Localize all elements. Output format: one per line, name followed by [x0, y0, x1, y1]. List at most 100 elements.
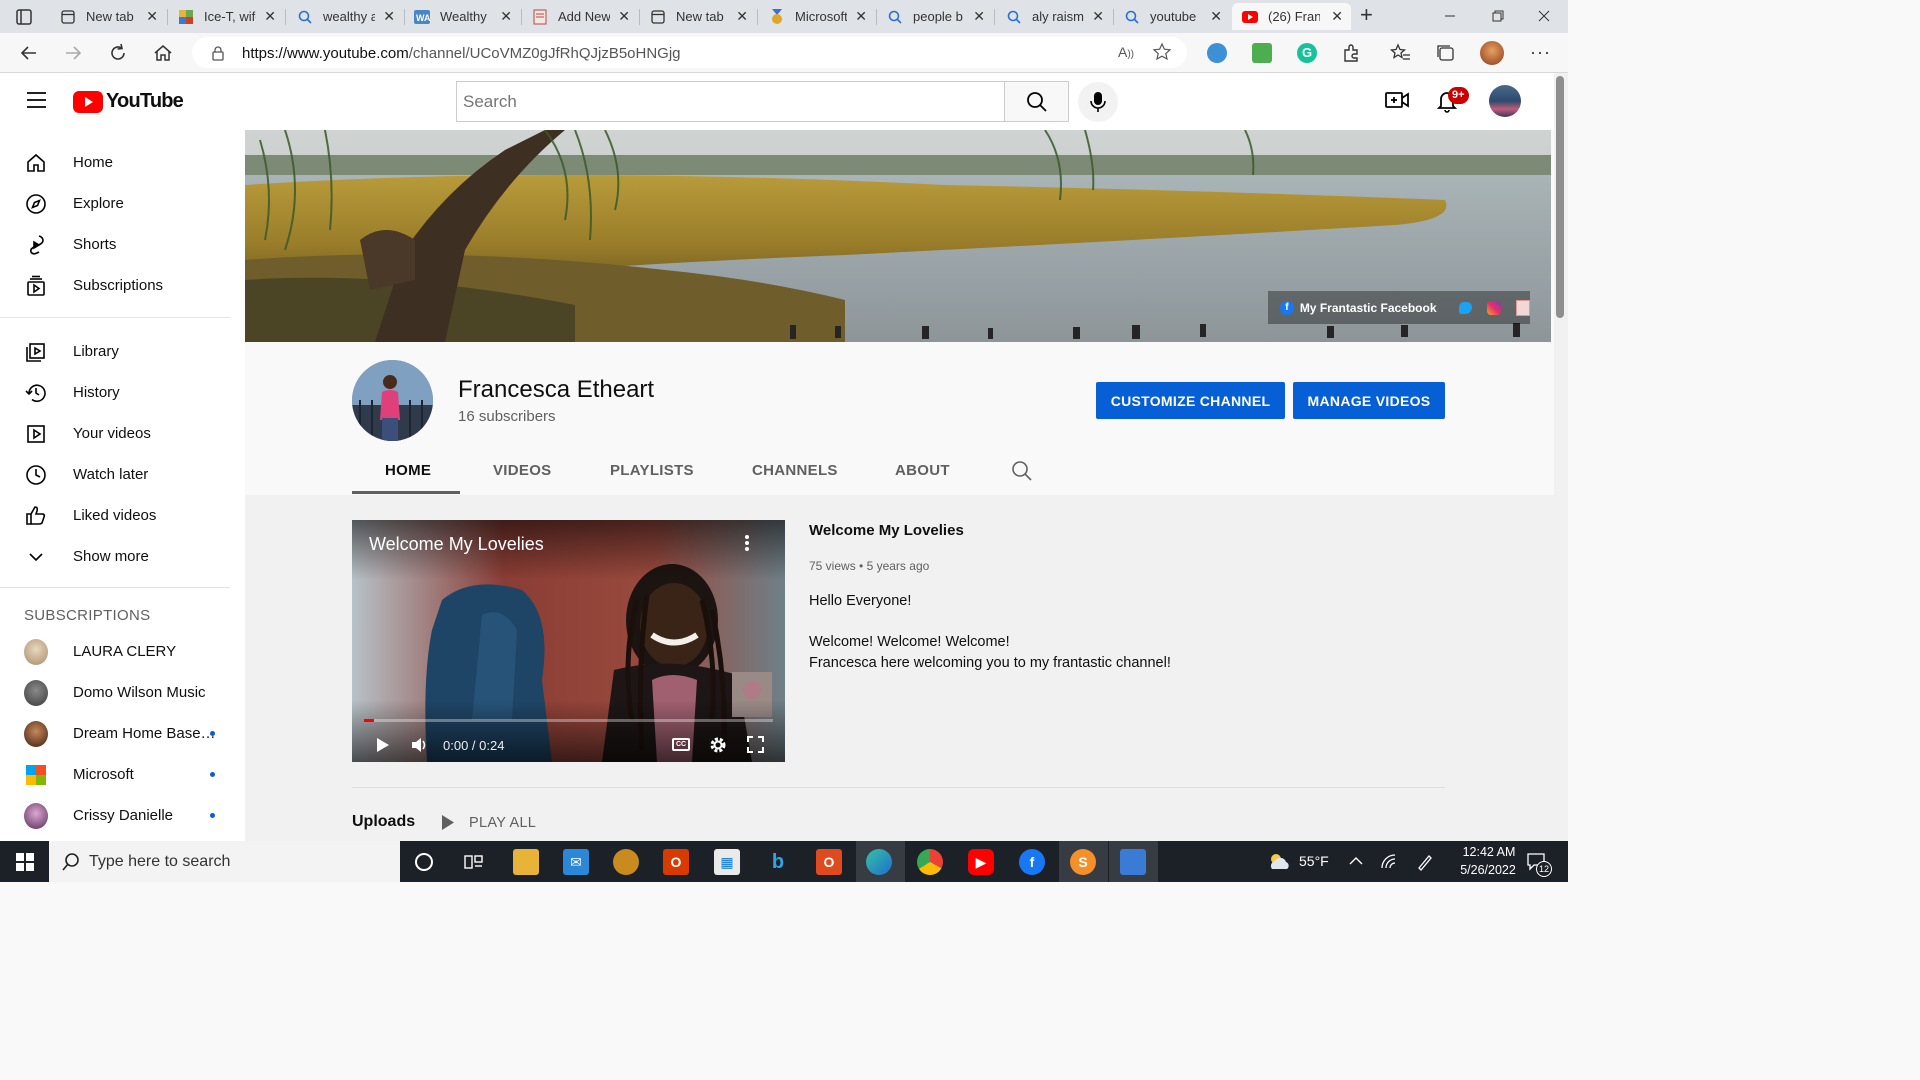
office-icon[interactable]: O: [663, 849, 689, 875]
sidebar-item-home[interactable]: Home: [0, 142, 245, 183]
edge-browser-icon[interactable]: [866, 849, 892, 875]
player-more-icon[interactable]: [744, 534, 750, 552]
video-player[interactable]: Welcome My Lovelies 0:00 / 0:24 CC: [352, 520, 785, 762]
uploads-title[interactable]: Uploads: [352, 813, 415, 831]
tab-channels[interactable]: CHANNELS: [752, 462, 838, 479]
customize-channel-button[interactable]: CUSTOMIZE CHANNEL: [1096, 382, 1285, 419]
tab-videos[interactable]: VIDEOS: [493, 462, 551, 479]
favorite-star-icon[interactable]: [1152, 42, 1172, 62]
voice-search-button[interactable]: [1078, 82, 1118, 122]
sidebar-item-subscriptions[interactable]: Subscriptions: [0, 265, 245, 306]
sidebar-item-show-more[interactable]: Show more: [0, 536, 245, 577]
grammarly-icon[interactable]: G: [1297, 43, 1317, 63]
browser-tab[interactable]: WA Wealthy ✕: [404, 3, 520, 30]
bing-icon[interactable]: b: [765, 849, 791, 875]
browser-tab[interactable]: Ice-T, wife ✕: [168, 3, 284, 30]
facebook-app-icon[interactable]: f: [1019, 849, 1045, 875]
browser-tab[interactable]: Microsoft ✕: [759, 3, 875, 30]
back-arrow-icon[interactable]: [18, 42, 40, 64]
tab-home[interactable]: HOME: [385, 462, 431, 479]
restore-button[interactable]: [1488, 6, 1508, 26]
skype-icon[interactable]: S: [1070, 849, 1096, 875]
browser-tab[interactable]: New tab ✕: [640, 3, 756, 30]
tab-close-icon[interactable]: ✕: [1210, 8, 1222, 25]
facebook-link-label[interactable]: My Frantastic Facebook: [1300, 301, 1437, 315]
task-view-icon[interactable]: [464, 853, 484, 871]
collections-icon[interactable]: [1435, 42, 1457, 64]
facebook-link-icon[interactable]: f: [1280, 300, 1294, 315]
forward-arrow-icon[interactable]: [62, 42, 84, 64]
clock-time[interactable]: 12:42 AM: [1456, 845, 1522, 859]
featured-video-title[interactable]: Welcome My Lovelies: [809, 522, 964, 539]
store-icon[interactable]: ▦: [714, 849, 740, 875]
tab-close-icon[interactable]: ✕: [736, 8, 748, 25]
new-tab-button[interactable]: +: [1360, 4, 1380, 26]
browser-tab[interactable]: (26) Franc ✕: [1232, 3, 1351, 30]
sidebar-item-history[interactable]: History: [0, 372, 245, 413]
favorites-icon[interactable]: [1389, 42, 1412, 64]
home-browser-icon[interactable]: [152, 42, 174, 64]
browser-tab[interactable]: wealthy a ✕: [287, 3, 403, 30]
search-input[interactable]: [457, 82, 1005, 121]
blog-link-icon[interactable]: [1516, 299, 1530, 316]
progress-bar[interactable]: [364, 719, 773, 722]
channel-search-icon[interactable]: [1011, 460, 1033, 482]
sidebar-item-your-videos[interactable]: Your videos: [0, 413, 245, 454]
extension-blue-icon[interactable]: [1207, 43, 1227, 63]
cortana-icon[interactable]: [415, 853, 433, 871]
create-video-icon[interactable]: [1384, 89, 1410, 111]
close-window-button[interactable]: [1534, 6, 1554, 26]
subscription-item[interactable]: Crissy Danielle: [0, 795, 245, 836]
minimize-button[interactable]: [1440, 6, 1460, 26]
tab-close-icon[interactable]: ✕: [973, 8, 985, 25]
youtube-app-icon[interactable]: ▶: [968, 849, 994, 875]
subscription-item[interactable]: LAURA CLERY: [0, 631, 245, 672]
tab-actions-icon[interactable]: [14, 7, 34, 27]
extension-green-icon[interactable]: [1252, 43, 1272, 63]
file-explorer-icon[interactable]: [513, 849, 539, 875]
settings-more-icon[interactable]: ···: [1530, 42, 1551, 63]
play-all-button[interactable]: PLAY ALL: [469, 815, 536, 831]
extensions-puzzle-icon[interactable]: [1341, 42, 1363, 64]
browser-tab[interactable]: people b ✕: [877, 3, 993, 30]
sidebar-item-explore[interactable]: Explore: [0, 183, 245, 224]
photos-icon[interactable]: [1120, 849, 1146, 875]
manage-videos-button[interactable]: MANAGE VIDEOS: [1293, 382, 1445, 419]
tab-close-icon[interactable]: ✕: [500, 8, 512, 25]
tab-close-icon[interactable]: ✕: [383, 8, 395, 25]
subscription-item[interactable]: Domo Wilson Music: [0, 672, 245, 713]
player-title[interactable]: Welcome My Lovelies: [369, 534, 544, 555]
chrome-icon[interactable]: [917, 849, 943, 875]
play-icon[interactable]: [376, 737, 390, 753]
url-field[interactable]: https://www.youtube.com/channel/UCoVMZ0g…: [192, 37, 1187, 68]
tab-close-icon[interactable]: ✕: [855, 8, 867, 25]
youtube-logo[interactable]: YouTube: [73, 90, 184, 113]
settings-gear-icon[interactable]: [709, 736, 727, 754]
office-alt-icon[interactable]: O: [816, 849, 842, 875]
tab-close-icon[interactable]: ✕: [1331, 8, 1343, 25]
subscription-item[interactable]: Microsoft: [0, 754, 245, 795]
play-all-icon[interactable]: [441, 814, 455, 831]
lock-icon[interactable]: [210, 45, 226, 61]
sidebar-item-library[interactable]: Library: [0, 331, 245, 372]
tab-close-icon[interactable]: ✕: [618, 8, 630, 25]
weather-cloud-icon[interactable]: [1266, 852, 1292, 872]
search-button[interactable]: [1004, 81, 1069, 122]
account-avatar[interactable]: [1489, 85, 1521, 117]
taskbar-search-box[interactable]: Type here to search: [49, 841, 400, 882]
tab-close-icon[interactable]: ✕: [264, 8, 276, 25]
browser-tab[interactable]: Add New ✕: [522, 3, 638, 30]
browser-tab[interactable]: New tab ✕: [50, 3, 166, 30]
sidebar-item-liked-videos[interactable]: Liked videos: [0, 495, 245, 536]
subscription-item[interactable]: Dream Home Base…: [0, 713, 245, 754]
instagram-link-icon[interactable]: [1487, 300, 1502, 315]
tab-close-icon[interactable]: ✕: [146, 8, 158, 25]
sidebar-item-shorts[interactable]: Shorts: [0, 224, 245, 265]
mail-icon[interactable]: ✉: [563, 849, 589, 875]
scrollbar-thumb[interactable]: [1556, 76, 1564, 318]
network-wifi-icon[interactable]: [1380, 853, 1398, 871]
profile-avatar[interactable]: [1480, 41, 1504, 65]
volume-icon[interactable]: [411, 737, 429, 753]
tab-playlists[interactable]: PLAYLISTS: [610, 462, 694, 479]
rewards-medal-icon[interactable]: [613, 849, 639, 875]
